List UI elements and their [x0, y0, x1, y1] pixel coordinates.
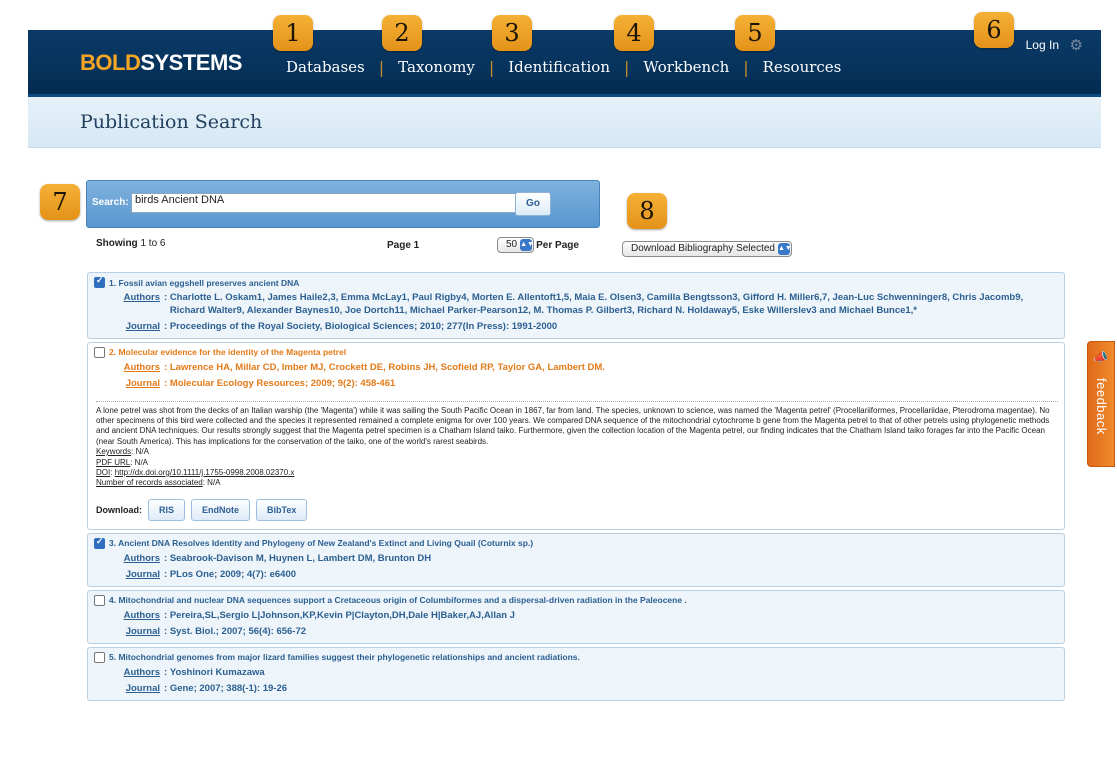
journal-value: PLos One; 2009; 4(7): e6400 [169, 569, 297, 581]
authors-value: Lawrence HA, Millar CD, Imber MJ, Crocke… [169, 361, 605, 373]
feedback-tab[interactable]: 📣 feedback [1087, 341, 1115, 467]
authors-label: Authors [123, 609, 160, 621]
badge-3: 3 [492, 15, 532, 51]
top-navigation-bar: BOLDSYSTEMS Databases | Taxonomy | Ident… [28, 30, 1101, 97]
doi-link[interactable]: http://dx.doi.org/10.1111/j.1755-0998.20… [115, 468, 295, 477]
journal-label: Journal [125, 378, 160, 389]
abstract-text: A lone petrel was shot from the decks of… [96, 400, 1058, 448]
results-list: 1. Fossil avian eggshell preserves ancie… [87, 272, 1065, 704]
download-endnote-button[interactable]: EndNote [191, 498, 251, 521]
search-label: Search: [92, 197, 129, 208]
nav-taxonomy[interactable]: Taxonomy [384, 58, 489, 76]
page-title: Publication Search [80, 111, 263, 133]
nav-workbench[interactable]: Workbench [629, 58, 743, 76]
result-checkbox[interactable] [94, 651, 105, 663]
result-title[interactable]: 4. Mitochondrial and nuclear DNA sequenc… [109, 595, 687, 605]
result-item: 4. Mitochondrial and nuclear DNA sequenc… [87, 589, 1065, 644]
per-page-select[interactable]: 50 ▲▼ [497, 237, 535, 253]
authors-value: Yoshinori Kumazawa [169, 666, 265, 678]
download-bibtex-button[interactable]: BibTex [256, 498, 308, 521]
select-arrow-icon: ▲▼ [777, 243, 792, 255]
nav-identification[interactable]: Identification [494, 58, 624, 76]
search-panel: Search: birds Ancient DNA Go [86, 180, 600, 228]
authors-value: Charlotte L. Oskam1, James Haile2,3, Emm… [169, 292, 1024, 316]
logo[interactable]: BOLDSYSTEMS [80, 50, 242, 76]
result-item: 3. Ancient DNA Resolves Identity and Phy… [87, 532, 1065, 587]
result-title[interactable]: 3. Ancient DNA Resolves Identity and Phy… [109, 538, 533, 548]
badge-2: 2 [382, 15, 422, 51]
authors-value: Seabrook-Davison M, Huynen L, Lambert DM… [169, 552, 432, 564]
select-arrow-icon: ▲▼ [520, 239, 534, 251]
result-checkbox[interactable] [94, 536, 105, 549]
badge-8: 8 [627, 193, 667, 229]
journal-value: Syst. Biol.; 2007; 56(4): 656-72 [169, 626, 307, 638]
keywords-line: Keywords: N/A [96, 447, 149, 457]
badge-1: 1 [273, 15, 313, 51]
showing-count: Showing 1 to 6 [96, 238, 166, 249]
doi-line: DOI: http://dx.doi.org/10.1111/j.1755-09… [96, 467, 295, 477]
feedback-label: feedback [1094, 378, 1109, 435]
authors-label: Authors [123, 552, 160, 564]
authors-label: Authors [123, 361, 160, 373]
authors-value: Pereira,SL,Sergio L|Johnson,KP,Kevin P|C… [169, 609, 515, 621]
result-item: 1. Fossil avian eggshell preserves ancie… [87, 272, 1065, 339]
pdf-url-line: PDF URL: N/A [96, 457, 149, 467]
records-line: Number of records associated: N/A [96, 478, 221, 488]
per-page-control: 50 ▲▼ Per Page [497, 237, 579, 253]
result-item: 5. Mitochondrial genomes from major liza… [87, 646, 1065, 701]
badge-5: 5 [735, 15, 775, 51]
journal-value: Proceedings of the Royal Society, Biolog… [169, 321, 558, 332]
login-link[interactable]: Log In [1026, 38, 1059, 52]
journal-label: Journal [125, 683, 160, 695]
result-item-expanded: 2. Molecular evidence for the identity o… [87, 341, 1065, 530]
badge-6: 6 [974, 12, 1014, 48]
download-row: Download: RIS EndNote BibTex [96, 498, 1058, 521]
search-input[interactable]: birds Ancient DNA [131, 193, 525, 213]
result-checkbox[interactable] [94, 594, 105, 606]
page-indicator: Page 1 [387, 240, 420, 251]
journal-label: Journal [125, 569, 160, 581]
result-title[interactable]: 2. Molecular evidence for the identity o… [109, 347, 346, 357]
badge-4: 4 [614, 15, 654, 51]
download-label: Download: [96, 504, 142, 515]
result-checkbox[interactable] [94, 275, 105, 288]
download-ris-button[interactable]: RIS [148, 498, 186, 521]
download-bibliography-select[interactable]: Download Bibliography Selected ▲▼ [622, 236, 792, 257]
gear-icon[interactable]: ⚙ [1070, 36, 1083, 54]
journal-value: Gene; 2007; 388(-1): 19-26 [169, 683, 288, 695]
badge-7: 7 [40, 184, 80, 220]
nav-resources[interactable]: Resources [749, 58, 856, 76]
megaphone-icon: 📣 [1093, 350, 1108, 364]
authors-label: Authors [123, 292, 160, 303]
page-title-band: Publication Search [28, 97, 1101, 148]
journal-label: Journal [125, 626, 160, 638]
result-title[interactable]: 1. Fossil avian eggshell preserves ancie… [109, 278, 299, 288]
go-button[interactable]: Go [515, 192, 551, 216]
browser-frame: BOLDSYSTEMS Databases | Taxonomy | Ident… [10, 0, 1104, 774]
main-nav: Databases | Taxonomy | Identification | … [286, 56, 855, 78]
result-title[interactable]: 5. Mitochondrial genomes from major liza… [109, 652, 580, 662]
journal-label: Journal [125, 321, 160, 332]
authors-label: Authors [123, 666, 160, 678]
journal-value: Molecular Ecology Resources; 2009; 9(2):… [169, 378, 396, 389]
result-checkbox[interactable] [94, 346, 105, 358]
nav-databases[interactable]: Databases [286, 58, 379, 76]
